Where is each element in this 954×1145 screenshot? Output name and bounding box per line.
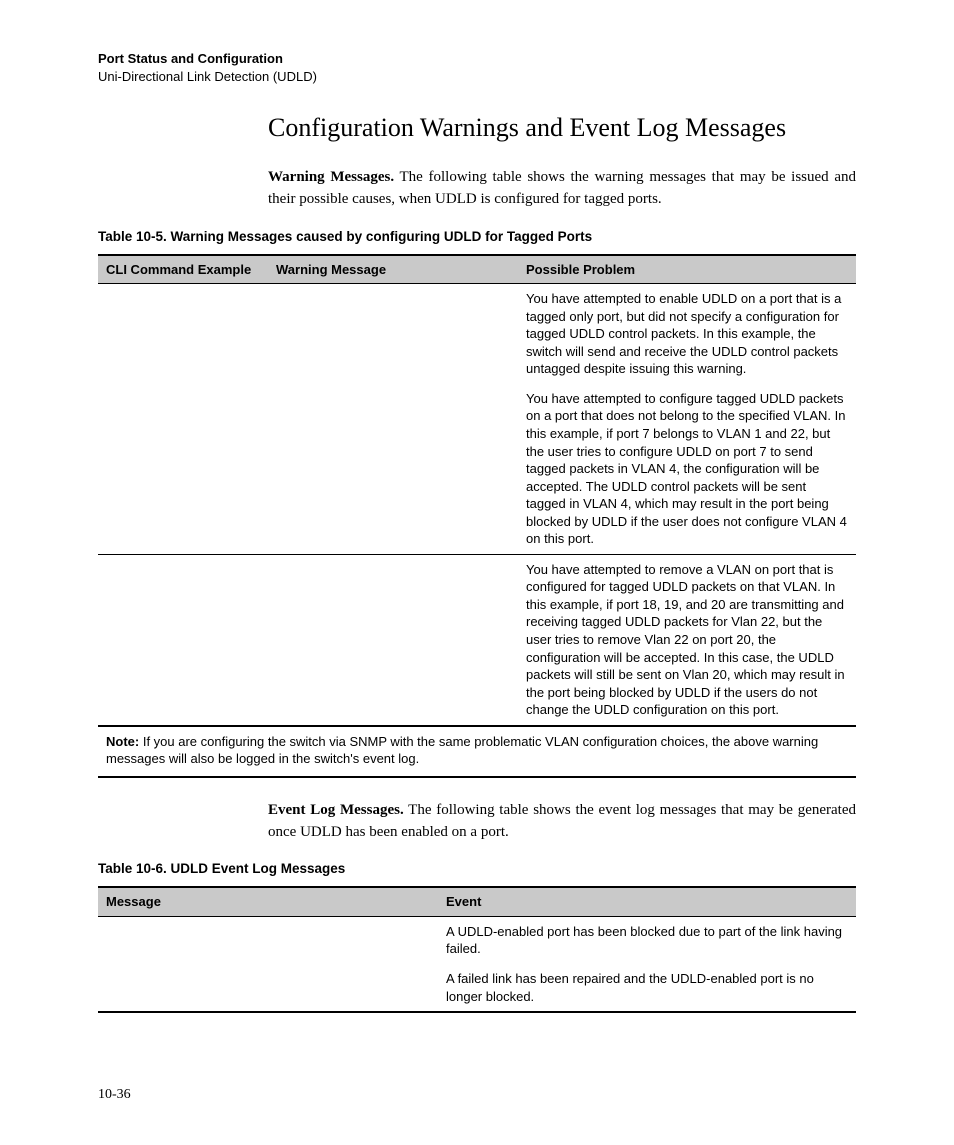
cell-msg bbox=[268, 384, 518, 554]
cell-message bbox=[98, 964, 438, 1012]
cell-cli bbox=[98, 284, 268, 384]
page-number: 10-36 bbox=[98, 1087, 131, 1103]
cell-problem: You have attempted to enable UDLD on a p… bbox=[518, 284, 856, 384]
cell-msg bbox=[268, 554, 518, 725]
table-header-row: Message Event bbox=[98, 887, 856, 916]
cell-message bbox=[98, 916, 438, 964]
intro-paragraph-1: Warning Messages. The following table sh… bbox=[98, 167, 856, 211]
th-problem: Possible Problem bbox=[518, 255, 856, 284]
table1-note: Note: If you are configuring the switch … bbox=[98, 727, 856, 778]
cell-problem: You have attempted to configure tagged U… bbox=[518, 384, 856, 554]
th-event: Event bbox=[438, 887, 856, 916]
note-rest: If you are configuring the switch via SN… bbox=[106, 734, 818, 767]
cell-msg bbox=[268, 284, 518, 384]
chapter-title: Port Status and Configuration bbox=[98, 50, 856, 68]
note-lead: Note: bbox=[106, 734, 139, 749]
table-row: You have attempted to configure tagged U… bbox=[98, 384, 856, 554]
page-title: Configuration Warnings and Event Log Mes… bbox=[98, 113, 856, 143]
table1-caption: Table 10-5. Warning Messages caused by c… bbox=[98, 229, 856, 244]
cell-event: A failed link has been repaired and the … bbox=[438, 964, 856, 1012]
cell-problem: You have attempted to remove a VLAN on p… bbox=[518, 554, 856, 725]
table2-caption: Table 10-6. UDLD Event Log Messages bbox=[98, 861, 856, 876]
para2-lead: Event Log Messages. bbox=[268, 802, 404, 818]
cell-cli bbox=[98, 554, 268, 725]
running-header: Port Status and Configuration Uni-Direct… bbox=[98, 50, 856, 85]
table-row: A failed link has been repaired and the … bbox=[98, 964, 856, 1012]
table-warning-messages: CLI Command Example Warning Message Poss… bbox=[98, 254, 856, 727]
section-title-small: Uni-Directional Link Detection (UDLD) bbox=[98, 68, 856, 86]
intro-paragraph-2: Event Log Messages. The following table … bbox=[98, 800, 856, 844]
th-cli: CLI Command Example bbox=[98, 255, 268, 284]
table-event-log: Message Event A UDLD-enabled port has be… bbox=[98, 886, 856, 1013]
cell-cli bbox=[98, 384, 268, 554]
table-row: A UDLD-enabled port has been blocked due… bbox=[98, 916, 856, 964]
para1-lead: Warning Messages. bbox=[268, 169, 394, 185]
th-message: Message bbox=[98, 887, 438, 916]
table-row: You have attempted to enable UDLD on a p… bbox=[98, 284, 856, 384]
page: Port Status and Configuration Uni-Direct… bbox=[0, 0, 954, 1145]
table-header-row: CLI Command Example Warning Message Poss… bbox=[98, 255, 856, 284]
table-row: You have attempted to remove a VLAN on p… bbox=[98, 554, 856, 725]
th-warning: Warning Message bbox=[268, 255, 518, 284]
cell-event: A UDLD-enabled port has been blocked due… bbox=[438, 916, 856, 964]
